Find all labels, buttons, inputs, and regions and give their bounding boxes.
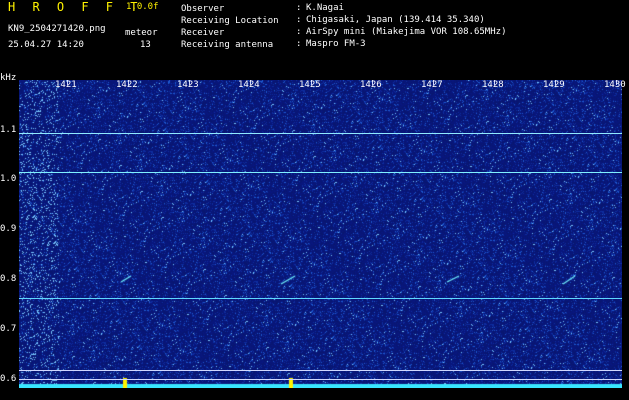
- x-tick-label: 1425: [299, 80, 321, 90]
- meteor-label: meteor: [125, 28, 158, 38]
- meta-colon: :: [296, 3, 302, 13]
- spectrogram-canvas: [19, 80, 622, 388]
- reference-line-upper: [19, 370, 622, 371]
- x-tick-label: 1424: [238, 80, 260, 90]
- x-tick-label: 1423: [177, 80, 199, 90]
- y-tick-label: 0.7: [0, 324, 17, 334]
- meta-label-location: Receiving Location: [181, 16, 279, 26]
- meta-colon: :: [296, 27, 302, 37]
- meta-value-observer: K.Nagai: [306, 3, 344, 13]
- y-tick-label: 0.6: [0, 374, 17, 384]
- reference-line-lower: [19, 379, 622, 380]
- x-tick-label: 1430: [604, 80, 626, 90]
- meta-value-antenna: Maspro FM-3: [306, 39, 366, 49]
- y-tick-label: 0.9: [0, 224, 17, 234]
- meta-colon: :: [296, 15, 302, 25]
- app-version: 1.0.0f: [126, 2, 159, 12]
- meta-colon: :: [296, 39, 302, 49]
- x-tick-label: 1429: [543, 80, 565, 90]
- spectrogram-plot[interactable]: [19, 80, 622, 388]
- y-tick-label: 1.0: [0, 174, 17, 184]
- meta-value-location: Chigasaki, Japan (139.414 35.340): [306, 15, 485, 25]
- carrier-line-1-1khz: [19, 133, 622, 134]
- meta-label-receiver: Receiver: [181, 28, 225, 38]
- carrier-line-0-76khz: [19, 298, 622, 299]
- meteor-count: 13: [140, 40, 151, 50]
- x-tick-label: 1427: [421, 80, 443, 90]
- app-brand: H R O F F T: [8, 0, 143, 14]
- meta-label-antenna: Receiving antenna: [181, 40, 274, 50]
- y-tick-label: 1.1: [0, 125, 17, 135]
- y-tick-label: 0.8: [0, 274, 17, 284]
- x-tick-label: 1422: [116, 80, 138, 90]
- x-tick-label: 1428: [482, 80, 504, 90]
- y-axis-unit: kHz: [0, 73, 17, 83]
- x-tick-label: 1421: [55, 80, 77, 90]
- meta-label-observer: Observer: [181, 4, 225, 14]
- carrier-line-1-0khz: [19, 172, 622, 173]
- x-tick-label: 1426: [360, 80, 382, 90]
- image-filename: KN9_2504271420.png: [8, 24, 106, 34]
- capture-datetime: 25.04.27 14:20: [8, 40, 84, 50]
- meta-value-receiver: AirSpy mini (Miakejima VOR 108.65MHz): [306, 27, 507, 37]
